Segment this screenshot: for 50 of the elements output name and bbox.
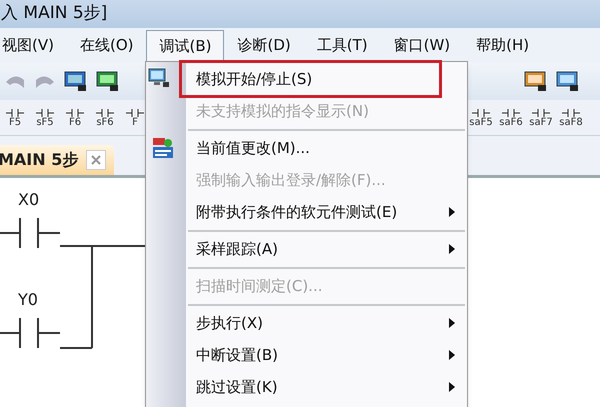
menu-item[interactable]: 诊断(D): [224, 30, 304, 61]
contact-icon: [6, 108, 24, 118]
dev-icon: [152, 137, 174, 159]
submenu-arrow-icon: [449, 244, 455, 254]
function-key-button[interactable]: F6: [60, 108, 90, 128]
contact-drawing: [0, 316, 60, 350]
function-key-button[interactable]: saF7: [526, 108, 556, 128]
function-key-button[interactable]: sF5: [30, 108, 60, 128]
menu-item[interactable]: 视图(V): [0, 30, 67, 61]
submenu-arrow-icon: [449, 350, 455, 360]
monitor-icon: [148, 68, 170, 88]
contact-icon: [36, 108, 54, 118]
menu-entry[interactable]: 当前值更改(M)...: [186, 132, 467, 164]
menu-item[interactable]: 在线(O): [66, 30, 146, 61]
toolbar-icon[interactable]: [64, 70, 88, 92]
submenu-arrow-icon: [449, 207, 455, 217]
menu-item[interactable]: 窗口(W): [380, 30, 464, 61]
close-button[interactable]: [86, 150, 106, 170]
toolbar-icon[interactable]: [556, 70, 580, 92]
submenu-arrow-icon: [449, 382, 455, 392]
toolbar-icon[interactable]: [524, 70, 548, 92]
function-key-button[interactable]: saF8: [556, 108, 586, 128]
menu-entry[interactable]: 中断设置(B): [186, 339, 467, 371]
contact-label: Y0: [18, 289, 39, 311]
menu-entry[interactable]: 模拟开始/停止(S): [182, 63, 439, 95]
close-icon: [91, 155, 102, 165]
submenu-arrow-icon: [449, 318, 455, 328]
menu-item[interactable]: 工具(T): [304, 30, 381, 61]
function-key-button[interactable]: F: [120, 108, 150, 128]
function-key-button[interactable]: F5: [0, 108, 30, 128]
contact-icon: [126, 108, 144, 118]
contact-icon: [96, 108, 114, 118]
contact-drawing: [0, 216, 60, 250]
function-key-button[interactable]: saF6: [496, 108, 526, 128]
menu-item[interactable]: 帮助(H): [463, 30, 542, 61]
menu-entry[interactable]: 附带执行条件的软元件测试(E): [186, 196, 467, 228]
function-key-button[interactable]: sF6: [90, 108, 120, 128]
menu-entry[interactable]: 跳过设置(K): [186, 371, 467, 403]
contact-icon: [472, 108, 490, 118]
contact-icon: [562, 108, 580, 118]
window-title: 入 MAIN 5步]: [1, 2, 108, 26]
menu-item[interactable]: 调试(B): [146, 30, 224, 61]
contact-label: X0: [18, 189, 40, 211]
menu-entry[interactable]: 采样跟踪(A): [186, 233, 467, 265]
contact-icon: [66, 108, 84, 118]
menu-entry[interactable]: 步执行(X): [186, 307, 467, 339]
contact-icon: [502, 108, 520, 118]
function-key-button[interactable]: saF5: [466, 108, 496, 128]
contact-icon: [532, 108, 550, 118]
toolbar-icon[interactable]: [96, 70, 120, 92]
